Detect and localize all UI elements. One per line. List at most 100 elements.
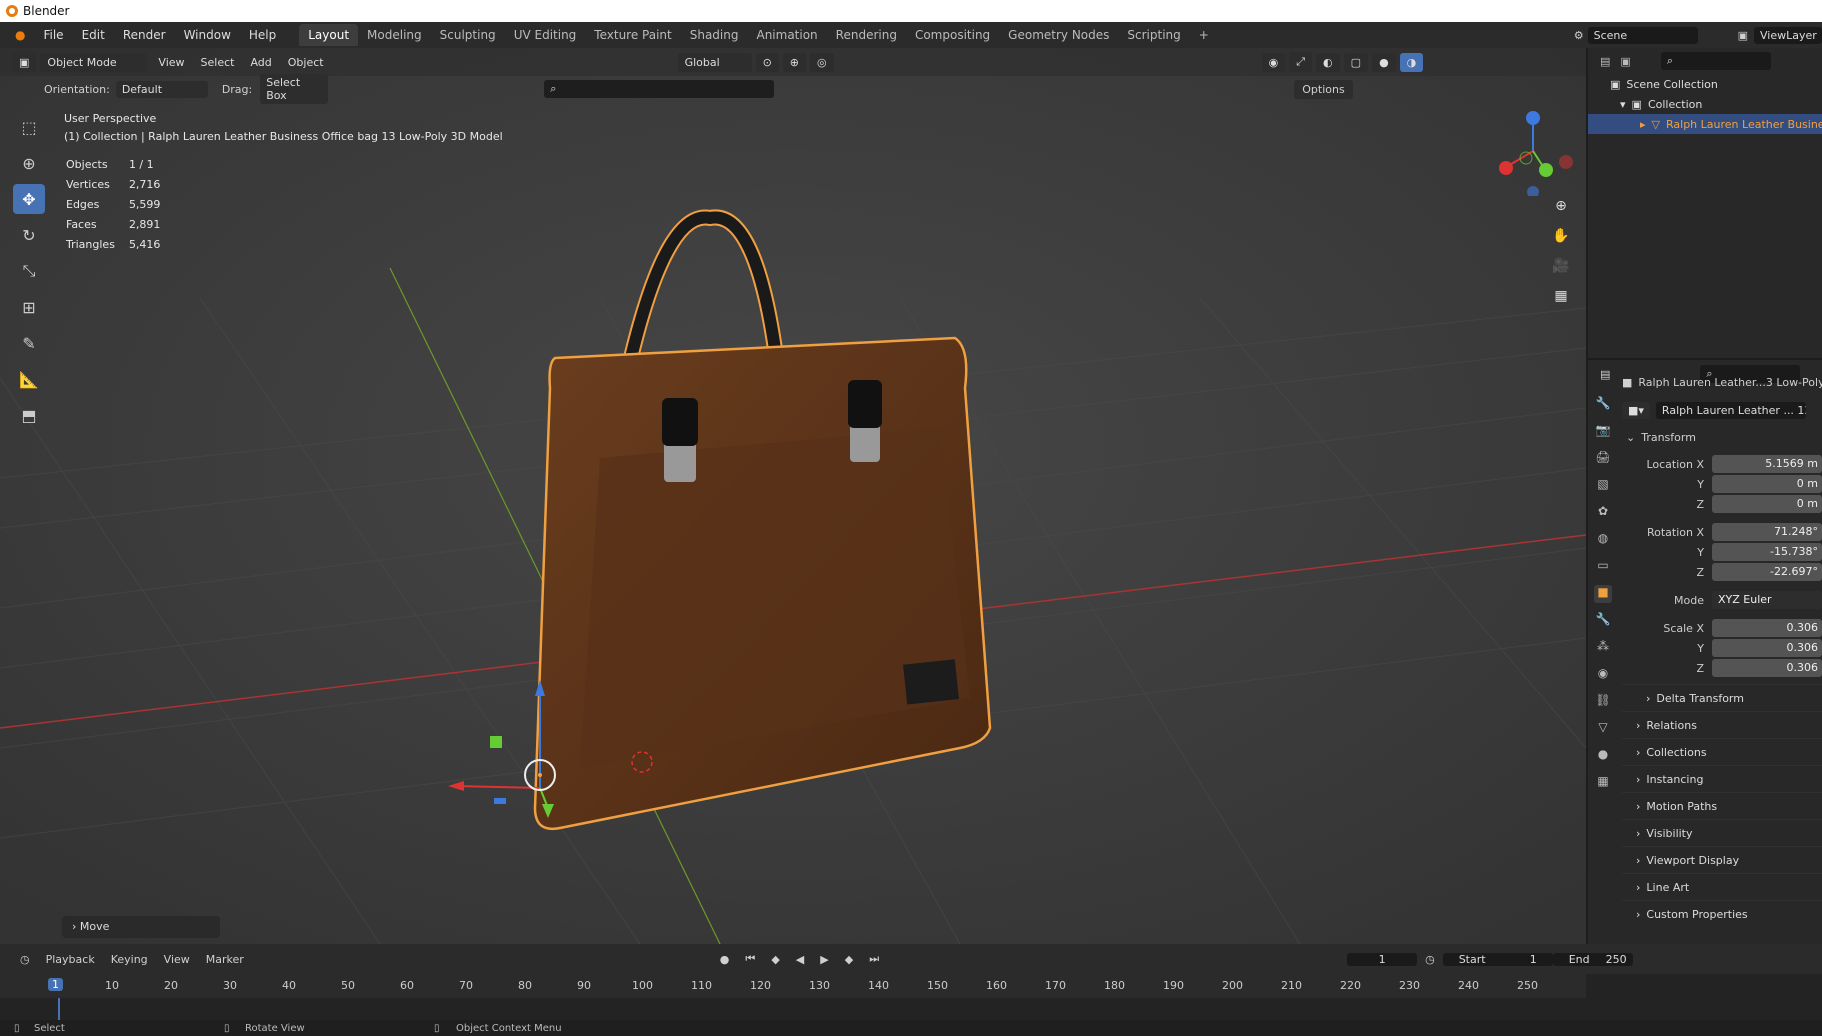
scale-y-field[interactable]: 0.306 (1712, 639, 1822, 657)
tab-sculpting[interactable]: Sculpting (431, 24, 505, 46)
last-operator-panel[interactable]: › Move (62, 916, 220, 938)
timeline-ruler[interactable]: 1 10 20 30 40 50 60 70 80 90 100 110 120… (0, 974, 1586, 998)
section-custom-properties[interactable]: › Custom Properties (1622, 900, 1822, 927)
tab-modeling[interactable]: Modeling (358, 24, 431, 46)
menu-select[interactable]: Select (193, 56, 243, 69)
object-tab-icon[interactable]: ■ (1594, 585, 1612, 603)
section-viewport-display[interactable]: › Viewport Display (1622, 846, 1822, 873)
transform-orientation-dropdown[interactable]: Global (677, 52, 752, 72)
section-line-art[interactable]: › Line Art (1622, 873, 1822, 900)
jump-end-icon[interactable]: ⏭ (861, 952, 887, 966)
constraints-tab-icon[interactable]: ⛓ (1594, 693, 1612, 711)
rotation-x-field[interactable]: 71.248° (1712, 523, 1822, 541)
editor-type-icon[interactable]: ▣ (12, 52, 37, 72)
shading-solid-icon[interactable]: ● (1372, 52, 1396, 72)
menu-window[interactable]: Window (175, 28, 240, 42)
play-reverse-icon[interactable]: ◀ (788, 953, 812, 966)
select-box-icon[interactable]: ⬚ (13, 112, 45, 142)
menu-help[interactable]: Help (240, 28, 285, 42)
menu-render[interactable]: Render (114, 28, 175, 42)
tab-scripting[interactable]: Scripting (1118, 24, 1189, 46)
tab-compositing[interactable]: Compositing (906, 24, 999, 46)
shading-material-icon[interactable]: ◑ (1399, 52, 1424, 72)
camera-icon[interactable]: 🎥 (1548, 258, 1574, 278)
outliner-scene-collection[interactable]: ▣ Scene Collection (1588, 74, 1822, 94)
outliner-search-input[interactable]: ⌕ (1660, 52, 1771, 70)
menu-playback[interactable]: Playback (38, 953, 103, 966)
scale-z-field[interactable]: 0.306 (1712, 659, 1822, 677)
viewlayer-field[interactable]: ViewLayer (1754, 26, 1822, 44)
overlay-icon[interactable]: ◐ (1316, 52, 1340, 72)
move-icon[interactable]: ✥ (13, 184, 45, 214)
expand-icon[interactable]: ▸ (1640, 118, 1646, 131)
particles-tab-icon[interactable]: ⁂ (1594, 639, 1612, 657)
outliner-object-row[interactable]: ▸ ▽ Ralph Lauren Leather Business (1588, 114, 1822, 134)
snap-icon[interactable]: ⊕ (782, 52, 807, 72)
blender-menu-icon[interactable]: ● (6, 28, 34, 42)
rotation-mode-dropdown[interactable]: XYZ Euler (1712, 591, 1822, 609)
output-tab-icon[interactable]: 🖨 (1594, 450, 1612, 468)
data-tab-icon[interactable]: ▽ (1594, 720, 1612, 738)
outliner-collection[interactable]: ▾ ▣ Collection (1588, 94, 1822, 114)
menu-file[interactable]: File (34, 28, 72, 42)
tab-layout[interactable]: Layout (299, 24, 359, 46)
world-tab-icon[interactable]: ◍ (1594, 531, 1612, 549)
texture-tab-icon[interactable]: ▦ (1594, 774, 1612, 792)
rotation-z-field[interactable]: -22.697° (1712, 563, 1822, 581)
pivot-icon[interactable]: ⊙ (755, 52, 779, 72)
object-browse-icon[interactable]: ■▾ (1622, 401, 1650, 419)
rotation-y-field[interactable]: -15.738° (1712, 543, 1822, 561)
menu-edit[interactable]: Edit (73, 28, 114, 42)
object-data-name[interactable]: Ralph Lauren Leather ... 13 Low (1655, 401, 1806, 419)
tool-tab-icon[interactable]: 🔧 (1594, 396, 1612, 414)
menu-add[interactable]: Add (242, 56, 279, 69)
editor-type-icon[interactable]: ▤ (1600, 55, 1610, 68)
options-button[interactable]: Options (1294, 79, 1353, 99)
display-mode-icon[interactable]: ▣ (1620, 55, 1630, 68)
start-frame-field[interactable]: Start 1 (1442, 952, 1553, 966)
scale-x-field[interactable]: 0.306 (1712, 619, 1822, 637)
3d-viewport[interactable]: ▣ Object Mode View Select Add Object Glo… (0, 48, 1586, 944)
play-icon[interactable]: ▶ (812, 953, 836, 966)
current-frame-field[interactable]: 1 (1347, 952, 1418, 966)
visibility-icon[interactable]: ◉ (1261, 52, 1286, 72)
section-delta-transform[interactable]: › Delta Transform (1622, 684, 1822, 711)
scene-tab-icon[interactable]: ✿ (1594, 504, 1612, 522)
menu-marker[interactable]: Marker (198, 953, 252, 966)
tab-texture-paint[interactable]: Texture Paint (585, 24, 680, 46)
cursor-icon[interactable]: ⊕ (13, 148, 45, 178)
transform-icon[interactable]: ⊞ (13, 292, 45, 322)
section-visibility[interactable]: › Visibility (1622, 819, 1822, 846)
tab-rendering[interactable]: Rendering (827, 24, 906, 46)
expand-icon[interactable]: ▾ (1620, 98, 1626, 111)
tab-shading[interactable]: Shading (681, 24, 748, 46)
add-workspace-icon[interactable]: + (1190, 24, 1218, 46)
orientation-dropdown[interactable]: Default (115, 80, 208, 98)
record-icon[interactable]: ● (712, 953, 738, 966)
grid-icon[interactable]: ▦ (1548, 288, 1574, 308)
add-cube-icon[interactable]: ⬒ (13, 400, 45, 430)
scene-field[interactable]: Scene (1587, 26, 1698, 44)
next-keyframe-icon[interactable]: ◆ (837, 953, 861, 966)
proportional-edit-icon[interactable]: ◎ (810, 52, 834, 72)
clock-icon[interactable]: ◷ (1417, 953, 1443, 966)
pan-hand-icon[interactable]: ✋ (1548, 228, 1574, 248)
jump-start-icon[interactable]: ⏮ (737, 952, 763, 966)
end-frame-field[interactable]: End 250 (1552, 952, 1633, 966)
material-tab-icon[interactable]: ● (1594, 747, 1612, 765)
location-x-field[interactable]: 5.1569 m (1712, 455, 1822, 473)
render-tab-icon[interactable]: 📷 (1594, 423, 1612, 441)
zoom-icon[interactable]: ⊕ (1548, 198, 1574, 218)
section-relations[interactable]: › Relations (1622, 711, 1822, 738)
physics-tab-icon[interactable]: ◉ (1594, 666, 1612, 684)
measure-icon[interactable]: 📐 (13, 364, 45, 394)
menu-object[interactable]: Object (280, 56, 332, 69)
view-layer-tab-icon[interactable]: ▧ (1594, 477, 1612, 495)
location-y-field[interactable]: 0 m (1712, 475, 1822, 493)
transform-header[interactable]: ⌄ Transform (1622, 424, 1822, 450)
tab-geometry-nodes[interactable]: Geometry Nodes (999, 24, 1118, 46)
section-collections[interactable]: › Collections (1622, 738, 1822, 765)
collection-tab-icon[interactable]: ▭ (1594, 558, 1612, 576)
current-frame-marker[interactable]: 1 (48, 978, 63, 991)
prev-keyframe-icon[interactable]: ◆ (763, 953, 787, 966)
